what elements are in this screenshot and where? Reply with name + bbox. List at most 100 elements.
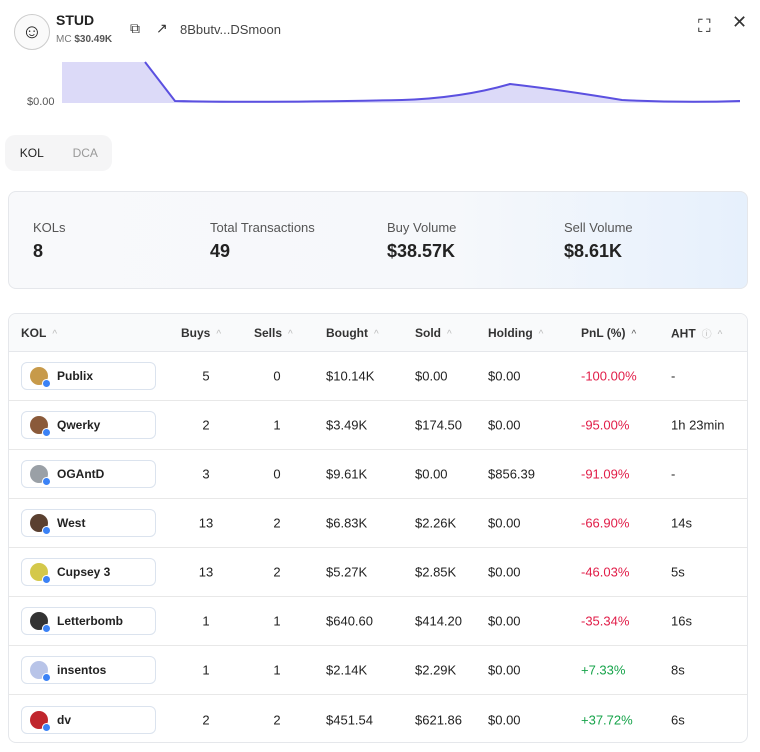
buys-cell: 1 xyxy=(202,613,210,629)
kol-avatar xyxy=(30,563,51,584)
holding-cell: $0.00 xyxy=(488,515,521,531)
sells-cell: 2 xyxy=(273,515,281,531)
pnl-cell: -95.00% xyxy=(581,417,630,433)
table-row[interactable]: OGAntD 3 0 $9.61K $0.00 $856.39 -91.09% … xyxy=(9,450,747,499)
holding-cell: $0.00 xyxy=(488,613,521,629)
buys-cell: 5 xyxy=(202,368,210,384)
kol-chip[interactable]: Letterbomb xyxy=(21,607,156,635)
sells-cell: 2 xyxy=(273,712,281,727)
sells-cell: 0 xyxy=(273,466,281,482)
kol-chip[interactable]: Cupsey 3 xyxy=(21,558,156,586)
col-bought[interactable]: Bought ^ xyxy=(326,326,379,340)
buys-cell: 2 xyxy=(202,417,210,433)
kol-chip[interactable]: Publix xyxy=(21,362,156,390)
table-row[interactable]: Letterbomb 1 1 $640.60 $414.20 $0.00 -35… xyxy=(9,597,747,646)
tab-dca[interactable]: DCA xyxy=(59,146,113,160)
kol-avatar xyxy=(30,710,51,732)
token-logo: ☺ xyxy=(14,14,50,50)
sold-cell: $2.29K xyxy=(415,662,457,678)
table-row[interactable]: Cupsey 3 13 2 $5.27K $2.85K $0.00 -46.03… xyxy=(9,548,747,597)
col-sells[interactable]: Sells ^ xyxy=(254,326,293,340)
stat-sell-volume: Sell Volume $8.61K xyxy=(564,220,633,261)
market-cap: MC $30.49K xyxy=(56,34,113,45)
pnl-cell: +7.33% xyxy=(581,662,626,678)
table-row[interactable]: Publix 5 0 $10.14K $0.00 $0.00 -100.00% … xyxy=(9,352,747,401)
sells-cell: 1 xyxy=(273,613,281,629)
kol-name: OGAntD xyxy=(57,467,105,481)
aht-cell: 14s xyxy=(671,515,692,531)
aht-cell: - xyxy=(671,466,676,482)
kol-table: KOL ^ Buys ^ Sells ^ Bought ^ Sold ^ Holding ^… xyxy=(8,313,748,743)
bought-cell: $640.60 xyxy=(326,613,373,629)
kol-name: insentos xyxy=(57,663,107,677)
kol-avatar xyxy=(30,514,51,535)
pnl-cell: -35.34% xyxy=(581,613,630,629)
sold-cell: $0.00 xyxy=(415,368,448,384)
buys-cell: 2 xyxy=(202,712,210,727)
holding-cell: $0.00 xyxy=(488,564,521,580)
col-buys[interactable]: Buys ^ xyxy=(181,326,221,340)
table-row[interactable]: dv 2 2 $451.54 $621.86 $0.00 +37.72% 6s xyxy=(9,695,747,742)
pnl-cell: -66.90% xyxy=(581,515,630,531)
kol-chip[interactable]: dv xyxy=(21,705,156,734)
sells-cell: 2 xyxy=(273,564,281,580)
bought-cell: $9.61K xyxy=(326,466,368,482)
help-icon: ⓘ xyxy=(701,329,712,340)
bought-cell: $2.14K xyxy=(326,662,368,678)
token-address[interactable]: 8Bbutv...DSmoon xyxy=(180,22,281,37)
external-link-icon[interactable]: ↗ xyxy=(156,20,168,37)
tab-kol[interactable]: KOL xyxy=(5,146,59,160)
kol-name: dv xyxy=(57,712,72,727)
sells-cell: 0 xyxy=(273,368,281,384)
sells-cell: 1 xyxy=(273,662,281,678)
aht-cell: 6s xyxy=(671,712,685,727)
pnl-cell: +37.72% xyxy=(581,712,633,727)
stats-card: KOLs 8 Total Transactions 49 Buy Volume $38… xyxy=(8,191,748,289)
price-chart xyxy=(62,61,741,103)
kol-chip[interactable]: OGAntD xyxy=(21,460,156,488)
col-kol[interactable]: KOL ^ xyxy=(21,326,57,340)
kol-name: Publix xyxy=(57,369,94,383)
pnl-cell: -91.09% xyxy=(581,466,630,482)
aht-cell: 1h 23min xyxy=(671,417,725,433)
copy-icon[interactable]: ⧉ xyxy=(130,20,140,37)
pnl-cell: -46.03% xyxy=(581,564,630,580)
buys-cell: 3 xyxy=(202,466,210,482)
col-holding[interactable]: Holding ^ xyxy=(488,326,543,340)
table-row[interactable]: Qwerky 2 1 $3.49K $174.50 $0.00 -95.00% … xyxy=(9,401,747,450)
table-row[interactable]: insentos 1 1 $2.14K $2.29K $0.00 +7.33% … xyxy=(9,646,747,695)
aht-cell: - xyxy=(671,368,676,384)
holding-cell: $856.39 xyxy=(488,466,535,482)
kol-chip[interactable]: Qwerky xyxy=(21,411,156,439)
stat-buy-volume: Buy Volume $38.57K xyxy=(387,220,457,261)
holding-cell: $0.00 xyxy=(488,662,521,678)
close-icon[interactable]: ✕ xyxy=(732,12,747,33)
kol-chip[interactable]: insentos xyxy=(21,656,156,684)
kol-avatar xyxy=(30,612,51,633)
sells-cell: 1 xyxy=(273,417,281,433)
kol-avatar xyxy=(30,367,51,388)
col-sold[interactable]: Sold ^ xyxy=(415,326,452,340)
aht-cell: 8s xyxy=(671,662,685,678)
holding-cell: $0.00 xyxy=(488,368,521,384)
col-pnl[interactable]: PnL (%) ^ xyxy=(581,326,636,340)
table-row[interactable]: West 13 2 $6.83K $2.26K $0.00 -66.90% 14… xyxy=(9,499,747,548)
aht-cell: 16s xyxy=(671,613,692,629)
aht-cell: 5s xyxy=(671,564,685,580)
price-line xyxy=(144,61,741,103)
bought-cell: $6.83K xyxy=(326,515,368,531)
kol-avatar xyxy=(30,661,51,682)
sold-cell: $414.20 xyxy=(415,613,462,629)
kol-avatar xyxy=(30,465,51,486)
holding-cell: $0.00 xyxy=(488,417,521,433)
buys-cell: 13 xyxy=(198,515,214,531)
buys-cell: 13 xyxy=(198,564,214,580)
expand-icon[interactable]: ⛶ xyxy=(698,16,711,37)
kol-chip[interactable]: West xyxy=(21,509,156,537)
col-aht[interactable]: AHT ⓘ ^ xyxy=(671,325,722,340)
kol-name: West xyxy=(57,516,86,530)
kol-name: Cupsey 3 xyxy=(57,565,111,579)
price-area xyxy=(62,62,740,103)
stat-kols: KOLs 8 xyxy=(33,220,66,261)
sold-cell: $2.85K xyxy=(415,564,457,580)
